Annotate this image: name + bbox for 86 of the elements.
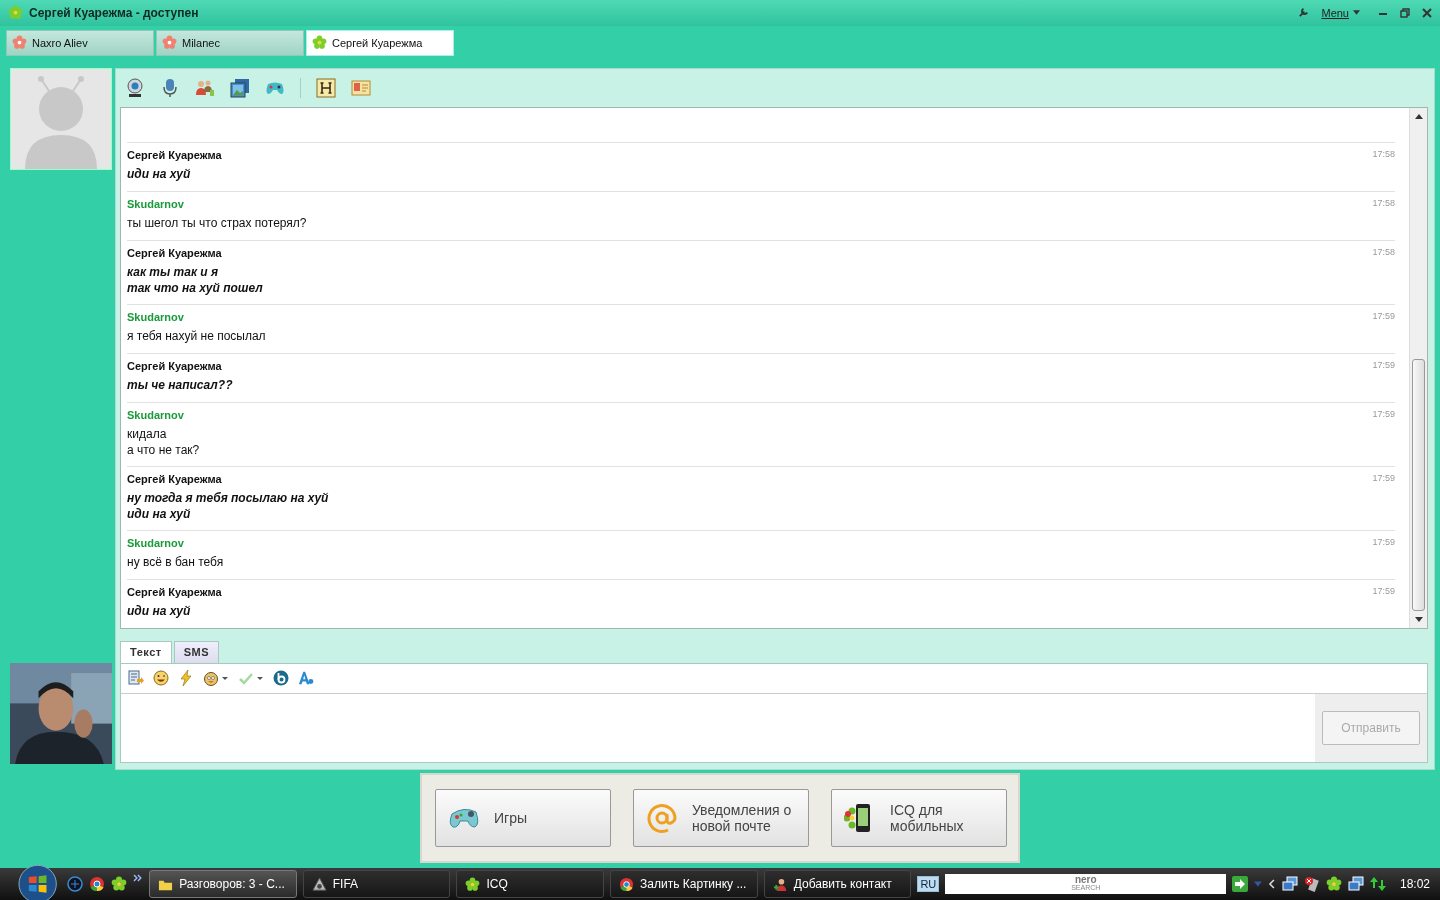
start-button[interactable]: [18, 864, 58, 900]
sender-name: Skudarnov: [127, 310, 184, 323]
smiley-icon[interactable]: [153, 670, 169, 687]
flower-icon: [12, 35, 27, 51]
flower-icon: [8, 5, 23, 21]
go-arrow-icon[interactable]: [1232, 876, 1249, 892]
at-sign-icon: [646, 802, 678, 835]
flower-icon[interactable]: [111, 876, 128, 892]
up-arrow-icon: [1414, 113, 1423, 119]
taskbar-button[interactable]: Залить Картинку ...: [610, 870, 758, 898]
contact-tab[interactable]: Naxro Aliev: [6, 29, 154, 56]
caret-icon: [1353, 10, 1360, 16]
promo-button[interactable]: Уведомления о новой почте: [633, 789, 809, 848]
message-text: иди на хуй: [127, 602, 192, 619]
sender-name: Skudarnov: [127, 197, 184, 210]
message-time: 17:59: [1372, 536, 1395, 547]
message-time: 17:59: [1372, 310, 1395, 321]
sender-name: Skudarnov: [127, 408, 184, 421]
flower-icon: [162, 35, 177, 51]
clock: 18:02: [1399, 877, 1430, 891]
taskbar-button[interactable]: ICQ: [456, 870, 605, 898]
close-icon[interactable]: [1422, 7, 1432, 18]
down-arrow-icon: [1414, 616, 1423, 622]
contact-tab[interactable]: Milanec: [156, 29, 304, 56]
transfer-arrows-icon[interactable]: [1369, 876, 1386, 892]
window-title: Сергей Куарежма - доступен: [29, 5, 199, 20]
font-icon[interactable]: [298, 670, 314, 687]
input-tab[interactable]: Текст: [120, 640, 172, 663]
sender-name: Сергей Куарежма: [127, 246, 222, 259]
contact-tab[interactable]: Сергей Куарежма: [306, 29, 454, 56]
message-text: я тебя нахуй не посылал: [127, 327, 267, 344]
sender-name: Сергей Куарежма: [127, 472, 222, 485]
history-icon[interactable]: [316, 77, 336, 98]
sender-name: Сергей Куарежма: [127, 359, 222, 372]
images-icon[interactable]: [230, 77, 250, 98]
message-text: ну тогда я тебя посылаю на хуй: [127, 489, 330, 506]
network-icon[interactable]: [67, 876, 84, 892]
sender-name: Сергей Куарежма: [127, 148, 222, 161]
message-text: кидала: [127, 425, 168, 442]
message-time: 17:58: [1372, 197, 1395, 208]
lightning-icon[interactable]: [178, 670, 194, 687]
triangle-icon: [311, 876, 327, 892]
webcam-icon[interactable]: [125, 77, 145, 98]
menu-button[interactable]: Menu: [1315, 6, 1366, 19]
input-tab[interactable]: SMS: [173, 640, 219, 663]
maximize-icon[interactable]: [1400, 7, 1410, 18]
message-text: так что на хуй пошел: [127, 279, 264, 296]
taskbar-button[interactable]: Добавить контакт: [763, 870, 912, 898]
message-text: а что не так?: [127, 441, 201, 458]
sender-name: Сергей Куарежма: [127, 585, 222, 598]
taskbar-button[interactable]: Разговоров: 3 - С...: [149, 870, 297, 898]
message-text: иди на хуй: [127, 165, 192, 182]
chevron-icon[interactable]: [133, 874, 144, 882]
monitors-icon[interactable]: [1281, 876, 1298, 892]
contact-card-icon[interactable]: [351, 77, 371, 98]
message-text: ты че написал??: [127, 376, 234, 393]
message-time: 17:59: [1372, 585, 1395, 596]
animated-smiley-icon[interactable]: [203, 670, 229, 687]
promo-button[interactable]: ICQ для мобильных: [831, 789, 1007, 848]
b-circle-icon[interactable]: [273, 670, 289, 687]
phone-error-icon[interactable]: [1303, 876, 1320, 892]
wrench-icon[interactable]: [1298, 7, 1310, 19]
promo-button[interactable]: Игры: [435, 789, 611, 848]
language-indicator[interactable]: RU: [917, 876, 940, 892]
message-time: 17:58: [1372, 246, 1395, 257]
message-time: 17:59: [1372, 472, 1395, 483]
microphone-icon[interactable]: [160, 77, 180, 98]
scrollbar[interactable]: [1409, 107, 1427, 628]
taskbar-button[interactable]: FIFA: [302, 870, 451, 898]
message-time: 17:59: [1372, 359, 1395, 370]
chrome-icon[interactable]: [89, 876, 106, 892]
add-person-icon: [772, 876, 788, 892]
chrome-icon: [619, 876, 635, 892]
flower-icon: [312, 35, 327, 51]
message-text: ну всё в бан тебя: [127, 553, 225, 570]
message-text: как ты так и я: [127, 263, 220, 280]
message-text: иди на хуй: [127, 505, 192, 522]
message-text: ты шегол ты что страх потерял?: [127, 214, 308, 231]
monitors-icon[interactable]: [1347, 876, 1364, 892]
message-time: 17:59: [1372, 408, 1395, 419]
message-time: 17:58: [1372, 148, 1395, 159]
left-chevron-icon[interactable]: [1268, 879, 1276, 889]
flower-icon: [465, 876, 481, 892]
sender-name: Skudarnov: [127, 536, 184, 549]
flower-icon[interactable]: [1325, 876, 1342, 892]
caret-icon[interactable]: [1254, 879, 1263, 889]
